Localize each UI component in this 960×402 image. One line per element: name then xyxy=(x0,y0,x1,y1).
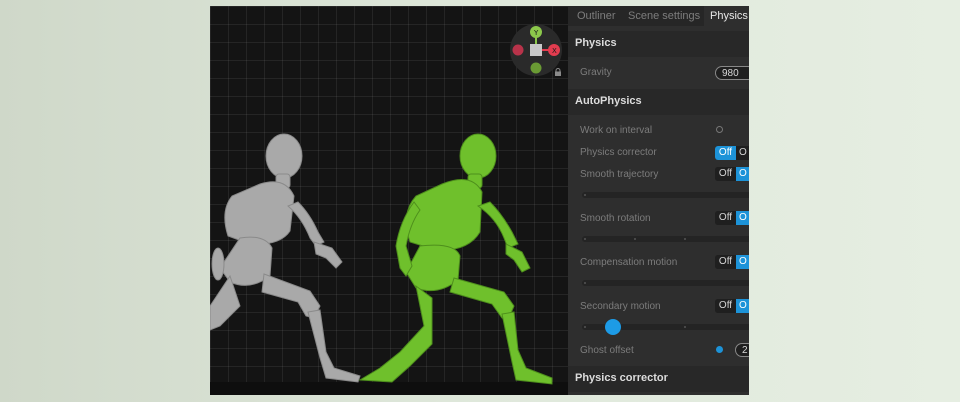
toggle-off[interactable]: Off xyxy=(715,167,736,181)
section-title: AutoPhysics xyxy=(575,95,642,107)
tab-physics-settings[interactable]: Physics s xyxy=(704,6,749,26)
compensation-motion-label: Compensation motion xyxy=(580,257,678,268)
active-figure[interactable] xyxy=(358,133,553,385)
gravity-field[interactable]: 980 xyxy=(715,66,749,80)
toggle-off[interactable]: Off xyxy=(715,299,736,313)
section-physics-corrector[interactable]: Physics corrector xyxy=(568,366,749,392)
ghost-figure[interactable] xyxy=(210,133,361,383)
ghost-offset-field[interactable]: 2 xyxy=(735,343,749,357)
physics-corrector-toggle[interactable]: Off O xyxy=(715,146,749,160)
compensation-motion-slider[interactable] xyxy=(582,280,749,286)
tab-scene-settings[interactable]: Scene settings xyxy=(628,6,700,26)
gravity-label: Gravity xyxy=(580,67,612,78)
slider-tick xyxy=(584,326,586,328)
work-on-interval-radio[interactable] xyxy=(716,126,723,133)
slider-tick xyxy=(584,282,586,284)
slider-knob[interactable] xyxy=(604,319,621,335)
section-title: Physics corrector xyxy=(575,372,668,384)
smooth-trajectory-slider[interactable] xyxy=(582,192,749,198)
toggle-off[interactable]: Off xyxy=(715,211,736,225)
slider-tick xyxy=(684,326,686,328)
secondary-motion-slider[interactable] xyxy=(582,319,749,335)
slider-tick xyxy=(584,194,586,196)
slider-tick xyxy=(634,238,636,240)
slider-tick xyxy=(684,238,686,240)
secondary-motion-label: Secondary motion xyxy=(580,301,661,312)
section-physics[interactable]: Physics xyxy=(568,31,749,57)
ghost-offset-radio[interactable] xyxy=(716,346,723,353)
slider-tick xyxy=(584,238,586,240)
section-autophysics[interactable]: AutoPhysics xyxy=(568,89,749,115)
secondary-motion-toggle[interactable]: Off O xyxy=(715,299,749,313)
smooth-rotation-label: Smooth rotation xyxy=(580,213,651,224)
tab-outliner[interactable]: Outliner xyxy=(577,6,616,26)
toggle-off[interactable]: Off xyxy=(715,255,736,269)
toggle-on[interactable]: O xyxy=(736,146,749,160)
toggle-on[interactable]: O xyxy=(736,299,749,313)
work-on-interval-label: Work on interval xyxy=(580,125,653,136)
toggle-on[interactable]: O xyxy=(736,167,749,181)
3d-viewport[interactable]: Y X xyxy=(210,6,568,395)
smooth-trajectory-toggle[interactable]: Off O xyxy=(715,167,749,181)
smooth-rotation-slider[interactable] xyxy=(582,236,749,242)
compensation-motion-toggle[interactable]: Off O xyxy=(715,255,749,269)
toggle-on[interactable]: O xyxy=(736,255,749,269)
smooth-rotation-toggle[interactable]: Off O xyxy=(715,211,749,225)
smooth-trajectory-label: Smooth trajectory xyxy=(580,169,659,180)
panel-tabs: Outliner Scene settings Physics s xyxy=(568,6,749,26)
properties-panel: Outliner Scene settings Physics s Physic… xyxy=(568,6,749,395)
toggle-off[interactable]: Off xyxy=(715,146,736,160)
svg-text:Y: Y xyxy=(533,29,539,37)
physics-corrector-label: Physics corrector xyxy=(580,147,657,158)
ghost-offset-label: Ghost offset xyxy=(580,345,634,356)
app-window: Y X Outliner Scene settings Physics s Ph… xyxy=(210,6,749,395)
svg-text:X: X xyxy=(552,47,557,55)
toggle-on[interactable]: O xyxy=(736,211,749,225)
section-title: Physics xyxy=(575,37,617,49)
lock-icon[interactable] xyxy=(554,68,562,76)
